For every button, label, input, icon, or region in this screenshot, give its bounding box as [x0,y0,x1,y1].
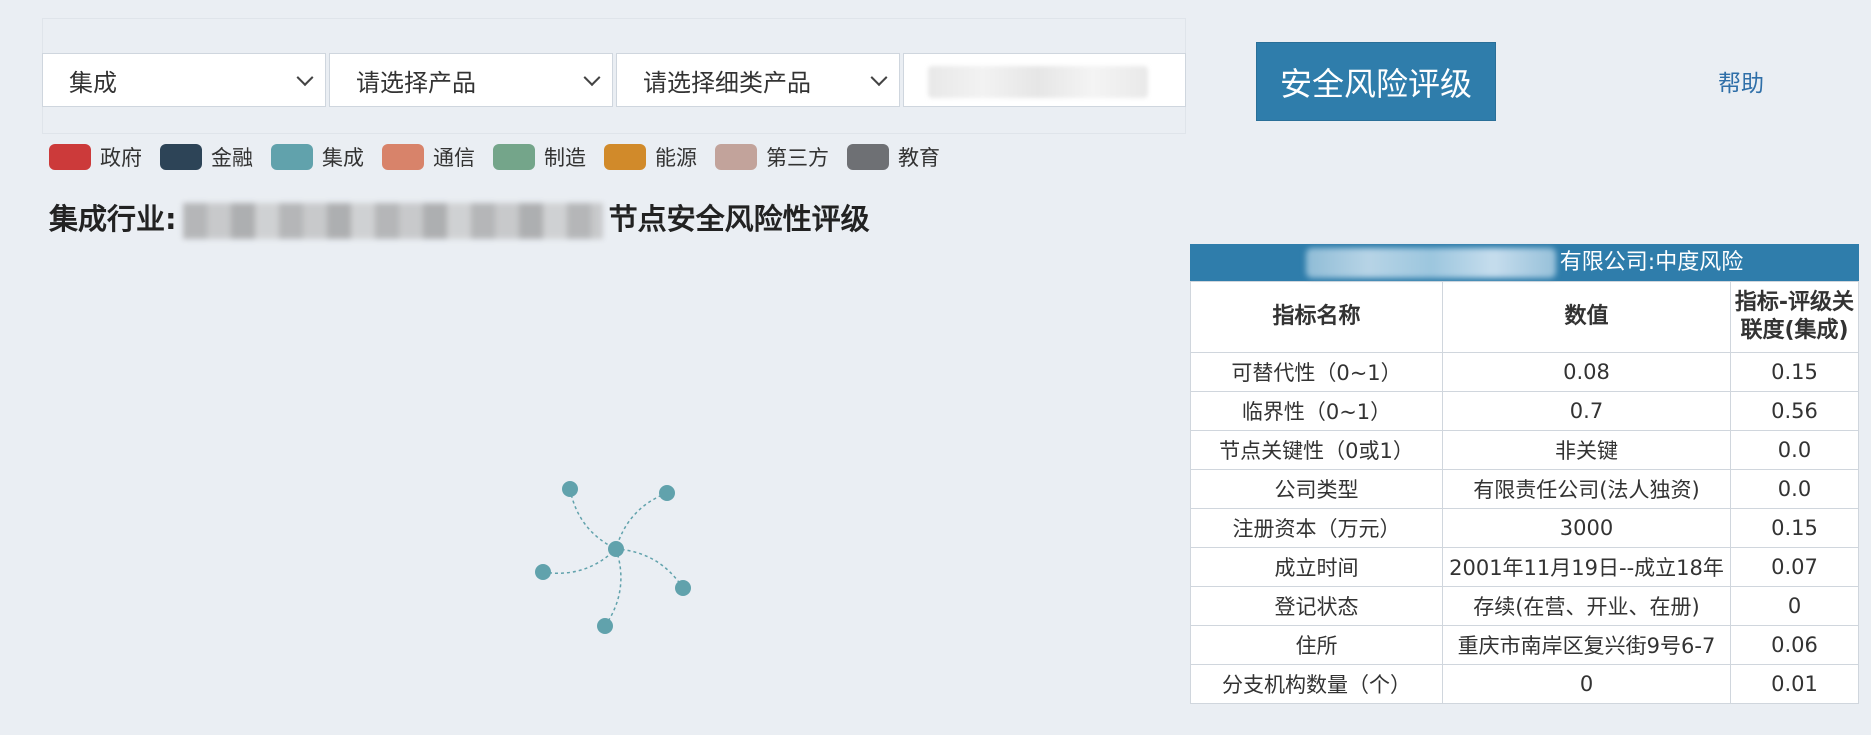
chevron-down-icon [870,69,888,87]
cell-value: 0 [1442,664,1731,704]
cell-indicator: 成立时间 [1190,547,1443,587]
graph-title-suffix: 节点安全风险性评级 [608,202,870,236]
legend-label: 能源 [655,146,697,170]
sub-product-select[interactable]: 请选择细类产品 [616,53,900,107]
table-row: 分支机构数量（个） 0 0.01 [1190,664,1859,704]
node-graph[interactable] [520,470,720,640]
cell-relevance: 0 [1730,586,1859,626]
graph-node[interactable] [562,481,578,497]
industry-legend: 政府 金融 集成 通信 制造 能源 第三方 教育 [49,142,958,172]
cell-indicator: 可替代性（0~1） [1190,352,1443,392]
cell-indicator: 住所 [1190,625,1443,665]
legend-swatch [271,144,313,170]
legend-swatch [382,144,424,170]
legend-item[interactable]: 集成 [271,142,364,172]
graph-edge [542,548,617,574]
table-row: 临界性（0~1） 0.7 0.56 [1190,391,1859,431]
cell-value: 2001年11月19日--成立18年 [1442,547,1731,587]
graph-edge [604,548,622,627]
cell-value: 非关键 [1442,430,1731,470]
cell-relevance: 0.15 [1730,508,1859,548]
graph-center-node[interactable] [608,541,624,557]
legend-label: 第三方 [766,146,829,170]
legend-label: 通信 [433,146,475,170]
legend-item[interactable]: 政府 [49,142,142,172]
graph-node[interactable] [535,564,551,580]
legend-item[interactable]: 第三方 [715,142,829,172]
table-caption-text: 有限公司:中度风险 [1559,250,1744,275]
cell-indicator: 公司类型 [1190,469,1443,509]
legend-item[interactable]: 能源 [604,142,697,172]
legend-label: 政府 [100,146,142,170]
help-link[interactable]: 帮助 [1718,64,1764,98]
header-value: 数值 [1442,281,1731,353]
cell-indicator: 登记状态 [1190,586,1443,626]
redacted-company-name [928,66,1148,98]
risk-rating-button[interactable]: 安全风险评级 [1256,42,1496,121]
legend-item[interactable]: 通信 [382,142,475,172]
cell-value: 0.7 [1442,391,1731,431]
redacted-company [1305,248,1556,278]
product-select-value: 请选择产品 [356,68,476,97]
cell-indicator: 注册资本（万元） [1190,508,1443,548]
legend-label: 集成 [322,146,364,170]
graph-title-prefix: 集成行业: [49,202,177,236]
cell-relevance: 0.01 [1730,664,1859,704]
legend-label: 教育 [898,146,940,170]
graph-node[interactable] [675,580,691,596]
table-row: 成立时间 2001年11月19日--成立18年 0.07 [1190,547,1859,587]
redacted-title-part [182,203,603,239]
legend-swatch [847,144,889,170]
cell-indicator: 节点关键性（0或1） [1190,430,1443,470]
legend-swatch [49,144,91,170]
table-row: 节点关键性（0或1） 非关键 0.0 [1190,430,1859,470]
legend-swatch [604,144,646,170]
graph-edge [615,492,668,550]
legend-swatch [160,144,202,170]
table-row: 公司类型 有限责任公司(法人独资) 0.0 [1190,469,1859,509]
graph-edge [615,548,684,589]
table-row: 可替代性（0~1） 0.08 0.15 [1190,352,1859,392]
table-caption: 有限公司:中度风险 [1190,244,1859,281]
cell-value: 0.08 [1442,352,1731,392]
cell-relevance: 0.56 [1730,391,1859,431]
graph-edge [569,488,617,550]
cell-value: 有限责任公司(法人独资) [1442,469,1731,509]
legend-item[interactable]: 制造 [493,142,586,172]
table-row: 住所 重庆市南岸区复兴街9号6-7 0.06 [1190,625,1859,665]
graph-title: 集成行业: 节点安全风险性评级 [49,196,870,239]
cell-value: 3000 [1442,508,1731,548]
cell-relevance: 0.0 [1730,430,1859,470]
cell-relevance: 0.0 [1730,469,1859,509]
table-row: 注册资本（万元） 3000 0.15 [1190,508,1859,548]
industry-select-value: 集成 [69,68,117,97]
graph-node[interactable] [659,485,675,501]
cell-value: 重庆市南岸区复兴街9号6-7 [1442,625,1731,665]
cell-relevance: 0.07 [1730,547,1859,587]
cell-relevance: 0.15 [1730,352,1859,392]
chevron-down-icon [296,69,314,87]
cell-indicator: 临界性（0~1） [1190,391,1443,431]
cell-indicator: 分支机构数量（个） [1190,664,1443,704]
sub-product-select-value: 请选择细类产品 [643,68,811,97]
graph-node[interactable] [597,618,613,634]
legend-item[interactable]: 教育 [847,142,940,172]
risk-table: 有限公司:中度风险 指标名称 数值 指标-评级关联度(集成) 可替代性（0~1）… [1190,244,1859,704]
industry-select[interactable]: 集成 [42,53,326,107]
cell-relevance: 0.06 [1730,625,1859,665]
chevron-down-icon [583,69,601,87]
legend-item[interactable]: 金融 [160,142,253,172]
legend-label: 金融 [211,146,253,170]
table-row: 登记状态 存续(在营、开业、在册) 0 [1190,586,1859,626]
legend-swatch [715,144,757,170]
legend-swatch [493,144,535,170]
legend-label: 制造 [544,146,586,170]
header-relevance: 指标-评级关联度(集成) [1730,281,1859,353]
product-select[interactable]: 请选择产品 [329,53,613,107]
header-indicator: 指标名称 [1190,281,1443,353]
cell-value: 存续(在营、开业、在册) [1442,586,1731,626]
